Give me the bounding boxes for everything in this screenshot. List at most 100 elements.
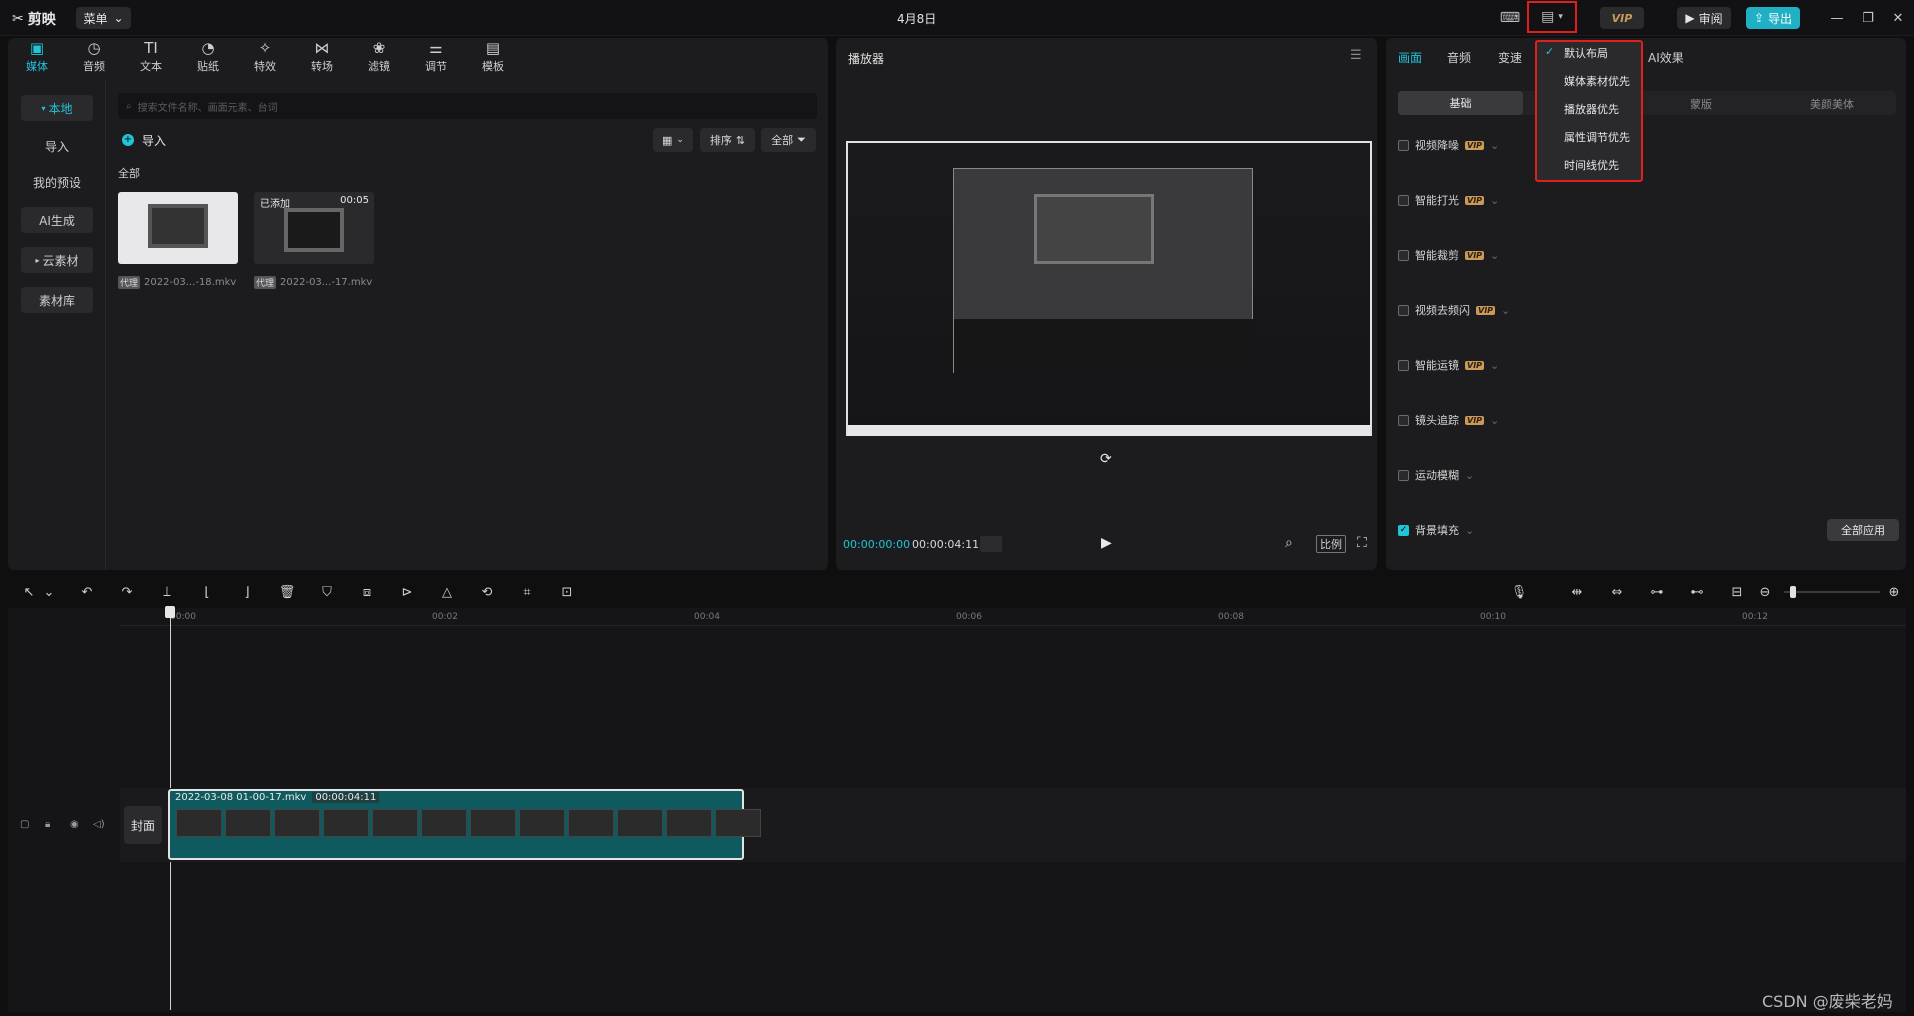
preview-icon[interactable]: ⊟ [1728,583,1746,601]
mic-icon[interactable]: 🎙︎ [1510,583,1528,601]
media-item[interactable]: 已添加 00:05 代理 2022-03...-17.mkv [254,192,374,289]
zoom-preview-icon[interactable]: ⌕ [1285,535,1293,551]
linkage-icon[interactable]: ⊶ [1648,583,1666,601]
tab-speed[interactable]: 变速 [1498,49,1522,66]
freeze-icon[interactable]: ⧈ [358,583,376,601]
snap-icon[interactable]: ⇔ [1608,583,1626,601]
playhead-handle[interactable] [165,606,175,618]
apply-all-button[interactable]: 全部应用 [1827,519,1899,541]
split-left-icon[interactable]: ⌊ [198,583,216,601]
select-icon[interactable]: ↖ [20,583,38,601]
keyboard-shortcut-icon[interactable]: ⌨ [1497,7,1523,29]
export-button[interactable]: ⇪ 导出 [1746,7,1800,29]
zoom-out-icon[interactable]: ⊖ [1756,583,1774,601]
redo-icon[interactable]: ↷ [118,583,136,601]
checkbox[interactable] [1398,414,1409,426]
crop-icon[interactable]: ⌗ [518,583,536,601]
tab-adjust[interactable]: ⚌ 调节 [413,40,459,76]
import-button[interactable]: + 导入 [122,129,166,151]
rotate-icon[interactable]: ⟳ [1100,451,1112,467]
chevron-down-icon[interactable]: ⌄ [1465,469,1474,482]
sidebar-item-ai[interactable]: AI生成 [21,207,93,233]
marker-icon[interactable]: ⛉ [318,583,336,601]
align-icon[interactable]: ⊷ [1688,583,1706,601]
zoom-in-icon[interactable]: ⊕ [1885,583,1903,601]
layout-option[interactable]: 时间线优先 [1564,157,1619,173]
subtab-mask[interactable]: 蒙版 [1690,96,1712,112]
cover-button[interactable]: 封面 [124,806,162,844]
checkbox[interactable]: ✓ [1398,524,1409,536]
prop-row[interactable]: 视频降噪 VIP ⌄ [1398,135,1499,155]
eye-icon[interactable]: ◉ [70,819,79,830]
prop-row[interactable]: 视频去频闪 VIP ⌄ [1398,300,1510,320]
subtab-beauty[interactable]: 美颜美体 [1810,96,1854,112]
media-item[interactable]: 代理 2022-03...-18.mkv [118,192,238,289]
chevron-down-icon[interactable]: ⌄ [40,583,58,601]
fullscreen-icon[interactable]: ⛶ [1357,535,1367,551]
delete-icon[interactable]: 🗑︎ [278,583,296,601]
chevron-down-icon[interactable]: ⌄ [1465,524,1474,537]
close-icon[interactable]: ✕ [1888,8,1908,28]
lock-icon[interactable]: 🔒︎ [45,819,50,830]
chevron-down-icon[interactable]: ⌄ [1490,359,1499,372]
minimize-icon[interactable]: — [1827,8,1847,28]
play-icon[interactable]: ▶ [1101,535,1112,551]
checkbox[interactable] [1398,359,1409,371]
tab-text[interactable]: TI 文本 [128,40,174,76]
split-icon[interactable]: ⟘ [158,583,176,601]
tab-audio[interactable]: 音频 [1447,49,1471,66]
checkbox[interactable] [1398,139,1409,151]
rotate-icon[interactable]: ⟲ [478,583,496,601]
menu-button[interactable]: 菜单 ⌄ [76,7,131,29]
layout-option[interactable]: 属性调节优先 [1564,129,1630,145]
sort-button[interactable]: 排序 ⇅ [700,128,755,152]
sidebar-item-library[interactable]: 素材库 [21,287,93,313]
layout-option[interactable]: 默认布局 [1564,45,1608,61]
checkbox[interactable] [1398,469,1409,481]
layout-option[interactable]: 播放器优先 [1564,101,1619,117]
reverse-icon[interactable]: ⊳ [398,583,416,601]
mirror-icon[interactable]: △ [438,583,456,601]
prop-row[interactable]: ✓ 背景填充 ⌄ [1398,520,1474,540]
tab-effects[interactable]: ✧ 特效 [242,40,288,76]
speaker-icon[interactable]: ◁) [93,819,105,830]
tab-template[interactable]: ▤ 模板 [470,40,516,76]
restore-icon[interactable]: ❐ [1858,8,1878,28]
track-lock-icon[interactable]: ▢ [20,819,29,830]
zoom-slider-handle[interactable] [1790,586,1796,598]
media-search-input[interactable]: ⌕ 搜索文件名称、画面元素、台词 [118,93,817,119]
prop-row[interactable]: 智能打光 VIP ⌄ [1398,190,1499,210]
player-menu-icon[interactable]: ☰ [1350,48,1362,63]
tab-transition[interactable]: ⋈ 转场 [299,40,345,76]
checkbox[interactable] [1398,304,1409,316]
tab-picture[interactable]: 画面 [1398,49,1422,66]
tab-filter[interactable]: ❀ 滤镜 [356,40,402,76]
prop-row[interactable]: 智能运镜 VIP ⌄ [1398,355,1499,375]
checkbox[interactable] [1398,249,1409,261]
chevron-down-icon[interactable]: ⌄ [1501,304,1510,317]
sidebar-item-import[interactable]: 导入 [21,133,93,159]
chevron-down-icon[interactable]: ⌄ [1490,414,1499,427]
preview-canvas[interactable] [846,141,1372,436]
screen-icon[interactable]: ⊡ [558,583,576,601]
chevron-down-icon[interactable]: ⌄ [1490,194,1499,207]
layout-option[interactable]: 媒体素材优先 [1564,73,1630,89]
filter-button[interactable]: 全部 ⏷ [761,128,816,152]
chevron-down-icon[interactable]: ⌄ [1490,249,1499,262]
sidebar-item-cloud[interactable]: ▸ 云素材 [21,247,93,273]
subtab-basic[interactable]: 基础 [1398,91,1523,115]
review-button[interactable]: ▶ 审阅 [1677,7,1731,29]
sidebar-item-presets[interactable]: 我的预设 [21,169,93,195]
tab-media[interactable]: ▣ 媒体 [14,40,60,76]
tab-ai-effects[interactable]: AI效果 [1648,49,1684,66]
undo-icon[interactable]: ↶ [78,583,96,601]
layout-button[interactable]: ▤ ▾ [1527,1,1577,33]
timecode-toggle-icon[interactable] [980,536,1002,552]
prop-row[interactable]: 运动模糊 ⌄ [1398,465,1474,485]
chevron-down-icon[interactable]: ⌄ [1490,139,1499,152]
tab-audio[interactable]: ◷ 音频 [71,40,117,76]
zoom-slider[interactable] [1784,591,1880,593]
sidebar-item-local[interactable]: ▾ 本地 [21,95,93,121]
ratio-button[interactable]: 比例 [1316,535,1346,553]
prop-row[interactable]: 镜头追踪 VIP ⌄ [1398,410,1499,430]
